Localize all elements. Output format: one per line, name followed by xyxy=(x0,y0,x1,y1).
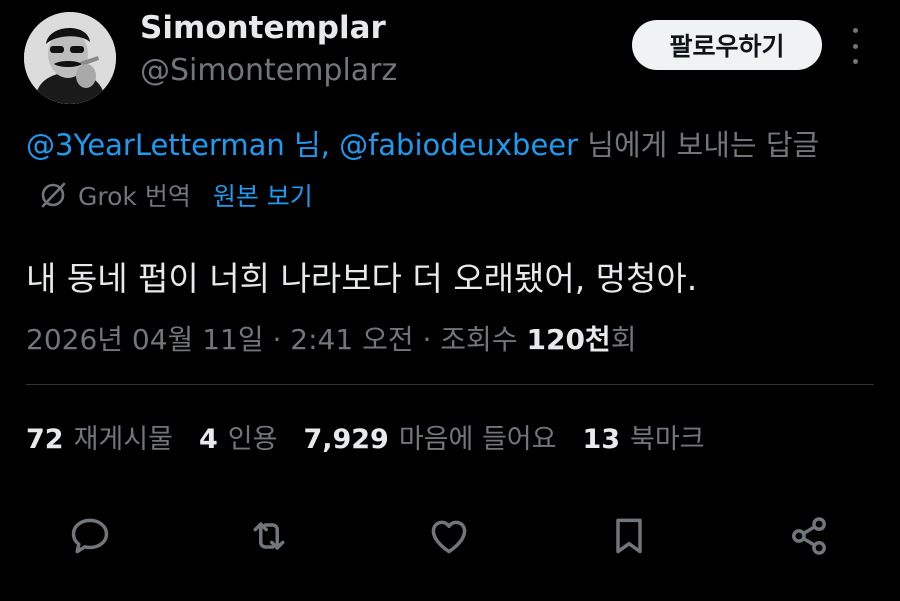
author-handle[interactable]: @Simontemplarz xyxy=(140,53,397,88)
show-original-link[interactable]: 원본 보기 xyxy=(213,177,313,213)
tweet-meta: 2026년 04월 11일 · 2:41 오전 · 조회수 120천회 xyxy=(26,318,636,358)
quotes-label: 인용 xyxy=(227,424,278,455)
quotes-count: 4 xyxy=(198,424,218,455)
views-suffix: 회 xyxy=(610,323,637,356)
grok-icon xyxy=(38,180,68,210)
author-display-name[interactable]: Simontemplar xyxy=(140,10,386,46)
grok-translation-label: Grok 번역 xyxy=(78,182,191,211)
timestamp[interactable]: 2026년 04월 11일 · 2:41 오전 · 조회수 xyxy=(26,323,526,356)
reply-icon[interactable] xyxy=(66,512,114,560)
divider xyxy=(26,384,874,385)
like-icon[interactable] xyxy=(425,512,473,560)
likes-count: 7,929 xyxy=(303,424,389,455)
share-icon[interactable] xyxy=(785,512,833,560)
reposts-stat[interactable]: 72 재게시물 xyxy=(26,417,173,456)
reply-context: @3YearLetterman 님, @fabiodeuxbeer 님에게 보내… xyxy=(26,122,819,164)
reposts-label: 재게시물 xyxy=(73,424,173,455)
reply-to-user-link[interactable]: @fabiodeuxbeer xyxy=(339,128,578,162)
bookmarks-stat[interactable]: 13 북마크 xyxy=(582,417,704,456)
views-count: 120천 xyxy=(526,323,611,356)
likes-stat[interactable]: 7,929 마음에 들어요 xyxy=(303,417,556,456)
bookmarks-label: 북마크 xyxy=(630,424,705,455)
quotes-stat[interactable]: 4 인용 xyxy=(199,417,277,456)
avatar[interactable] xyxy=(24,12,116,104)
reposts-count: 72 xyxy=(26,424,64,455)
reply-context-suffix: 님에게 보내는 답글 xyxy=(578,128,820,162)
likes-label: 마음에 들어요 xyxy=(398,424,557,455)
translation-bar: Grok 번역 원본 보기 xyxy=(38,177,313,213)
engagement-stats: 72 재게시물 4 인용 7,929 마음에 들어요 13 북마크 xyxy=(26,417,731,456)
tweet-text: 내 동네 펍이 너희 나라보다 더 오래됐어, 멍청아. xyxy=(26,259,698,298)
reply-to-user-link[interactable]: @3YearLetterman 님, xyxy=(26,128,330,162)
repost-icon[interactable] xyxy=(245,512,293,560)
more-options-icon[interactable] xyxy=(843,28,867,64)
follow-button[interactable]: 팔로우하기 xyxy=(632,20,822,70)
bookmarks-count: 13 xyxy=(582,424,621,455)
bookmark-icon[interactable] xyxy=(605,512,653,560)
